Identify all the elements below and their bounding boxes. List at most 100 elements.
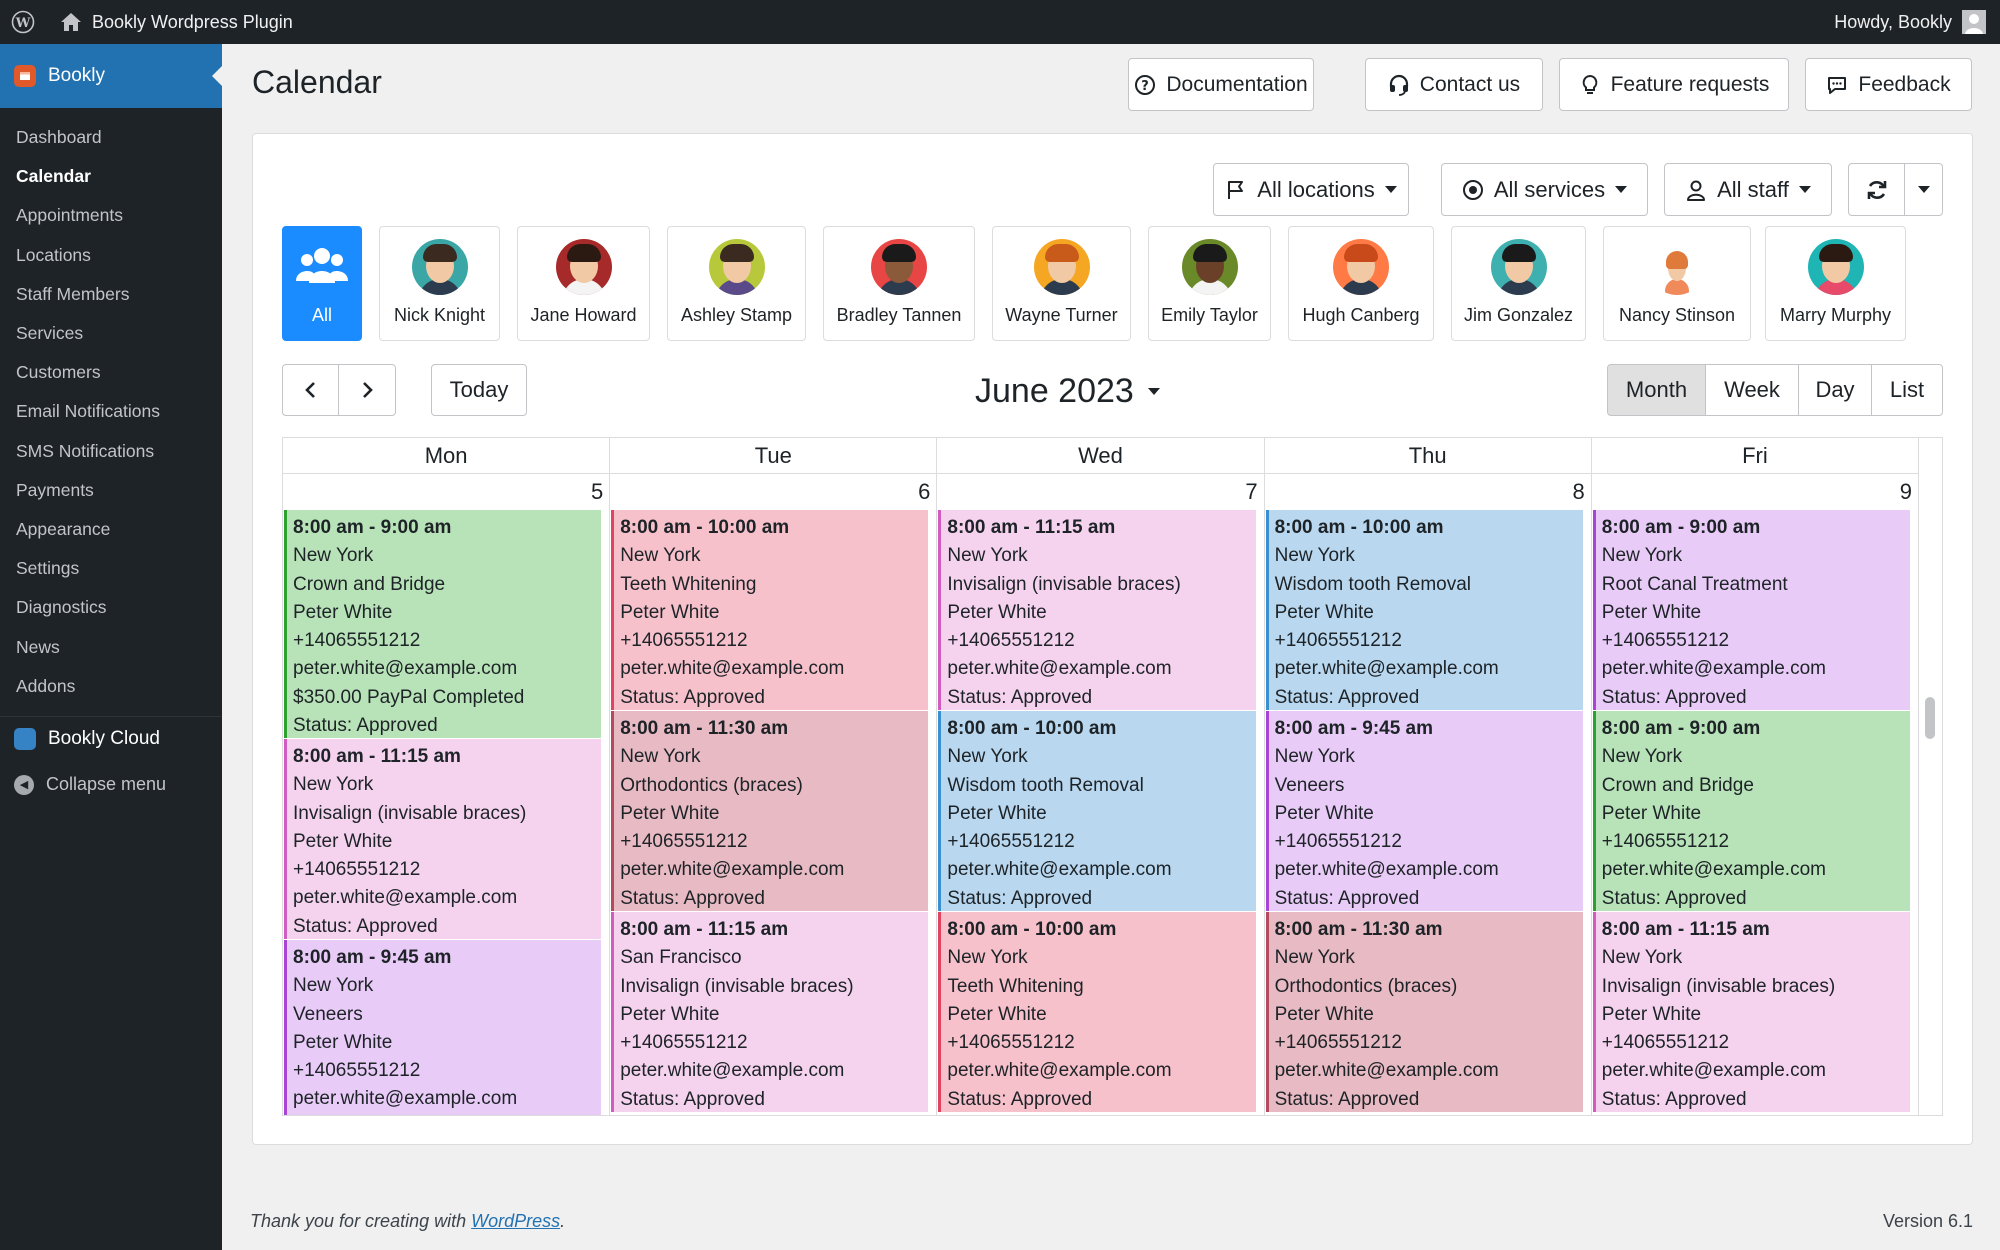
sidebar-item-news[interactable]: News (0, 627, 222, 666)
prev-button[interactable] (282, 364, 339, 416)
sidebar-item-appointments[interactable]: Appointments (0, 196, 222, 235)
appointment-event[interactable]: 8:00 am - 9:00 am New York Crown and Bridg… (284, 510, 602, 738)
appointment-event[interactable]: 8:00 am - 11:15 am New York Invisalign (in… (284, 739, 602, 939)
day-number[interactable]: 6 (610, 474, 938, 510)
refresh-options-dropdown[interactable] (1904, 163, 1943, 216)
event-time: 8:00 am - 11:30 am (1274, 919, 1443, 940)
day-number[interactable]: 9 (1592, 474, 1919, 510)
feedback-button[interactable]: Feedback (1805, 58, 1972, 111)
appointment-event[interactable]: 8:00 am - 9:00 am New York Root Canal Trea… (1592, 510, 1910, 710)
day-number[interactable]: 7 (937, 474, 1265, 510)
view-day-button[interactable]: Day (1798, 364, 1872, 416)
sidebar-item-bookly-cloud[interactable]: Bookly Cloud (0, 715, 222, 762)
staff-card-marry-murphy[interactable]: Marry Murphy (1765, 226, 1906, 341)
sidebar-item-sms-notifications[interactable]: SMS Notifications (0, 432, 222, 471)
sidebar-item-payments[interactable]: Payments (0, 471, 222, 510)
sidebar-item-locations[interactable]: Locations (0, 236, 222, 275)
view-month-button[interactable]: Month (1607, 364, 1706, 416)
sidebar-item-services[interactable]: Services (0, 314, 222, 353)
today-button[interactable]: Today (431, 364, 527, 416)
column-divider (1918, 474, 1919, 1115)
event-service: Teeth Whitening (947, 975, 1084, 997)
appointment-event[interactable]: 8:00 am - 9:45 am New York Veneers Peter Wh… (1265, 711, 1583, 911)
day-number[interactable]: 5 (283, 474, 611, 510)
contact-us-button[interactable]: Contact us (1365, 58, 1543, 111)
view-list-button[interactable]: List (1871, 364, 1943, 416)
event-phone: +14065551212 (1601, 831, 1730, 853)
event-status: Status: Approved (947, 686, 1093, 708)
event-customer: Peter White (293, 1031, 393, 1053)
staff-card-nancy-stinson[interactable]: Nancy Stinson (1603, 226, 1751, 341)
sidebar-plugin-header[interactable]: Bookly (0, 44, 222, 108)
locations-filter[interactable]: All locations (1213, 163, 1409, 216)
appointment-event[interactable]: 8:00 am - 9:45 am New York Veneers Peter Wh… (284, 940, 602, 1115)
staff-card-nick-knight[interactable]: Nick Knight (379, 226, 500, 341)
staff-card-hugh-canberg[interactable]: Hugh Canberg (1288, 226, 1434, 341)
collapse-menu-button[interactable]: ◀ Collapse menu (0, 762, 222, 808)
site-link[interactable]: Bookly Wordpress Plugin (46, 12, 293, 33)
sidebar-item-staff-members[interactable]: Staff Members (0, 275, 222, 314)
appointment-event[interactable]: 8:00 am - 10:00 am New York Teeth Whitenin… (938, 912, 1256, 1112)
view-week-button[interactable]: Week (1705, 364, 1799, 416)
event-phone: +14065551212 (947, 1032, 1075, 1054)
staff-filter-label: All staff (1717, 176, 1789, 202)
sidebar-item-email-notifications[interactable]: Email Notifications (0, 392, 222, 431)
period-selector[interactable]: June 2023 (975, 372, 1160, 411)
event-phone: +14065551212 (1601, 630, 1730, 652)
account-menu[interactable]: Howdy, Bookly (1834, 0, 1986, 44)
admin-sidebar: Bookly Dashboard Calendar Appointments L… (0, 44, 222, 1250)
services-filter[interactable]: All services (1441, 163, 1648, 216)
event-email: peter.white@example.com (293, 1088, 518, 1110)
sidebar-item-calendar[interactable]: Calendar (0, 157, 222, 196)
target-icon (1462, 179, 1483, 200)
sidebar-item-customers[interactable]: Customers (0, 353, 222, 392)
scrollbar-thumb[interactable] (1925, 697, 1935, 739)
staff-card-ashley-stamp[interactable]: Ashley Stamp (667, 226, 806, 341)
documentation-button[interactable]: ? Documentation (1128, 58, 1314, 111)
sidebar-item-addons[interactable]: Addons (0, 667, 222, 706)
event-status: Status: Approved (1274, 686, 1420, 708)
event-service: Orthodontics (braces) (620, 774, 803, 796)
event-customer: Peter White (620, 802, 720, 824)
event-phone: +14065551212 (1274, 831, 1402, 853)
event-customer: Peter White (947, 1003, 1047, 1025)
staff-avatar (1490, 239, 1547, 295)
staff-name: Marry Murphy (1779, 305, 1891, 325)
staff-filter[interactable]: All staff (1664, 163, 1832, 216)
appointment-event[interactable]: 8:00 am - 11:15 am New York Invisalign (in… (938, 510, 1256, 710)
feature-requests-button[interactable]: Feature requests (1559, 58, 1789, 111)
admin-bar: W Bookly Wordpress Plugin Howdy, Bookly (0, 0, 2000, 44)
staff-card-jane-howard[interactable]: Jane Howard (517, 226, 650, 341)
day-number[interactable]: 8 (1265, 474, 1592, 510)
appointment-event[interactable]: 8:00 am - 11:15 am New York Invisalign (in… (1592, 912, 1910, 1112)
appointment-event[interactable]: 8:00 am - 11:30 am New York Orthodontics (… (611, 711, 929, 911)
appointment-event[interactable]: 8:00 am - 10:00 am New York Teeth Whitenin… (611, 510, 929, 710)
chevron-down-icon (1615, 186, 1628, 193)
appointment-event[interactable]: 8:00 am - 11:30 am New York Orthodontics (… (1265, 912, 1583, 1112)
appointment-event[interactable]: 8:00 am - 10:00 am New York Wisdom tooth R… (1265, 510, 1583, 710)
appointment-event[interactable]: 8:00 am - 10:00 am New York Wisdom tooth R… (938, 711, 1256, 911)
next-button[interactable] (338, 364, 396, 416)
staff-avatar (555, 239, 612, 295)
staff-card-all[interactable]: All (282, 226, 362, 341)
staff-card-jim-gonzalez[interactable]: Jim Gonzalez (1451, 226, 1586, 341)
staff-avatar (871, 239, 927, 295)
user-avatar-icon (1962, 10, 1986, 34)
event-location: New York (620, 545, 701, 567)
staff-card-bradley-tannen[interactable]: Bradley Tannen (823, 226, 975, 341)
staff-card-wayne-turner[interactable]: Wayne Turner (992, 226, 1131, 341)
event-status: Status: Approved (293, 915, 438, 937)
sidebar-item-diagnostics[interactable]: Diagnostics (0, 588, 222, 627)
wordpress-link[interactable]: WordPress (471, 1211, 560, 1231)
event-location: New York (293, 774, 374, 796)
refresh-button[interactable] (1848, 163, 1905, 216)
appointment-event[interactable]: 8:00 am - 9:00 am New York Crown and Bridg… (1592, 711, 1910, 911)
appointment-event[interactable]: 8:00 am - 11:15 am San Francisco Invisalig… (611, 912, 929, 1112)
event-phone: +14065551212 (620, 630, 748, 652)
sidebar-item-dashboard[interactable]: Dashboard (0, 118, 222, 157)
sidebar-item-appearance[interactable]: Appearance (0, 510, 222, 549)
event-phone: +14065551212 (1274, 630, 1402, 652)
sidebar-item-settings[interactable]: Settings (0, 549, 222, 588)
wordpress-icon[interactable]: W (0, 0, 46, 44)
staff-card-emily-taylor[interactable]: Emily Taylor (1148, 226, 1271, 341)
